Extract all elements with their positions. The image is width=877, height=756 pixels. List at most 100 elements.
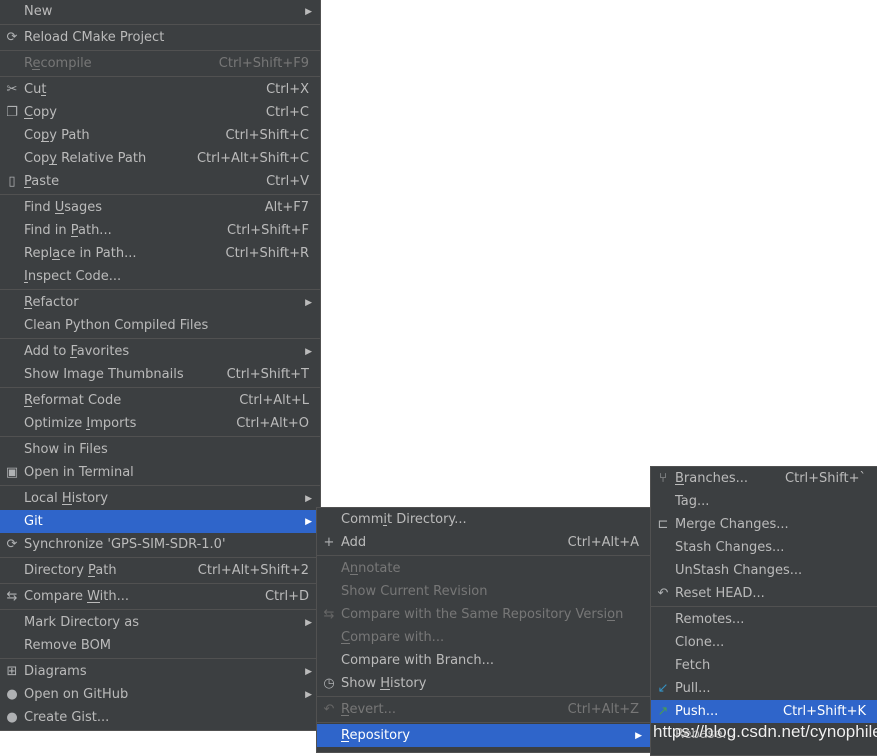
menu-item-open-on-github[interactable]: ● Open on GitHub ▶: [0, 683, 320, 706]
menu-item-shortcut: Ctrl+Alt+Shift+C: [196, 151, 309, 166]
menu-item-add[interactable]: + Add Ctrl+Alt+A: [317, 531, 650, 554]
menu-item-show-image-thumbnails[interactable]: Show Image Thumbnails Ctrl+Shift+T: [0, 363, 320, 386]
menu-item-commit-directory[interactable]: Commit Directory...: [317, 508, 650, 531]
menu-item-label: Replace in Path...: [24, 246, 137, 261]
menu-item-directory-path[interactable]: Directory Path Ctrl+Alt+Shift+2: [0, 559, 320, 582]
menu-item-find-in-path[interactable]: Find in Path... Ctrl+Shift+F: [0, 219, 320, 242]
menu-item-label: Revert...: [341, 702, 396, 717]
menu-item-label: Refactor: [24, 295, 79, 310]
branch-icon: ⑂: [659, 471, 667, 486]
menu-item-label: Show in Files: [24, 442, 108, 457]
menu-item-label: Branches...: [675, 471, 749, 486]
menu-item-unstash-changes[interactable]: UnStash Changes...: [651, 559, 877, 582]
menu-item-repository[interactable]: Repository ▶: [317, 724, 650, 747]
menu-item-shortcut: Ctrl+Shift+T: [226, 367, 309, 382]
menu-item-copy-path[interactable]: Copy Path Ctrl+Shift+C: [0, 124, 320, 147]
menu-item-label: Reload CMake Project: [24, 30, 165, 45]
menu-item-git[interactable]: Git ▶: [0, 510, 320, 533]
menu-item-stash-changes[interactable]: Stash Changes...: [651, 536, 877, 559]
menu-item-tag[interactable]: Tag...: [651, 490, 877, 513]
menu-item-diagrams[interactable]: ⊞ Diagrams ▶: [0, 660, 320, 683]
menu-item-label: Add: [341, 535, 367, 550]
menu-item-label: Paste: [24, 174, 60, 189]
menu-item-label: Merge Changes...: [675, 517, 789, 532]
menu-item-label: Pull...: [675, 681, 711, 696]
synchronize-icon: ⟳: [6, 537, 18, 552]
menu-item-label: Copy: [24, 105, 57, 120]
menu-item-mark-directory-as[interactable]: Mark Directory as ▶: [0, 611, 320, 634]
menu-item-inspect-code[interactable]: Inspect Code...: [0, 265, 320, 288]
submenu-arrow-icon: ▶: [305, 297, 312, 308]
menu-item-label: Show Current Revision: [341, 584, 488, 599]
menu-item-clone[interactable]: Clone...: [651, 631, 877, 654]
menu-item-shortcut: Ctrl+Shift+F: [227, 223, 309, 238]
menu-item-label: Annotate: [341, 561, 401, 576]
submenu-arrow-icon: ▶: [305, 493, 312, 504]
menu-item-annotate[interactable]: Annotate: [317, 557, 650, 580]
github-icon: ●: [6, 687, 18, 702]
menu-item-cut[interactable]: ✂ Cut Ctrl+X: [0, 78, 320, 101]
merge-icon: ⊏: [657, 517, 669, 532]
menu-item-shortcut: Ctrl+X: [266, 82, 309, 97]
menu-item-label: Open on GitHub: [24, 687, 129, 702]
menu-item-reset-head[interactable]: ↶ Reset HEAD...: [651, 582, 877, 605]
compare-icon: ⇆: [6, 589, 18, 604]
menu-item-add-to-favorites[interactable]: Add to Favorites ▶: [0, 340, 320, 363]
compare-icon: ⇆: [323, 607, 335, 622]
menu-item-fetch[interactable]: Fetch: [651, 654, 877, 677]
menu-item-branches[interactable]: ⑂ Branches... Ctrl+Shift+`: [651, 467, 877, 490]
menu-item-copy-relative-path[interactable]: Copy Relative Path Ctrl+Alt+Shift+C: [0, 147, 320, 170]
menu-item-reload-cmake-project[interactable]: ⟳ Reload CMake Project: [0, 26, 320, 49]
menu-item-label: Remove BOM: [24, 638, 112, 653]
menu-item-label: UnStash Changes...: [675, 563, 803, 578]
context-menu: New ▶ ⟳ Reload CMake Project Recompile Ctrl+S…: [0, 0, 321, 731]
menu-item-compare-with-branch[interactable]: Compare with Branch...: [317, 649, 650, 672]
reset-icon: ↶: [657, 586, 669, 601]
menu-item-local-history[interactable]: Local History ▶: [0, 487, 320, 510]
menu-item-label: Recompile: [24, 56, 92, 71]
menu-item-pull[interactable]: ↙ Pull...: [651, 677, 877, 700]
menu-item-remotes[interactable]: Remotes...: [651, 608, 877, 631]
menu-item-revert[interactable]: ↶ Revert... Ctrl+Alt+Z: [317, 698, 650, 721]
menu-item-new[interactable]: New ▶: [0, 0, 320, 23]
menu-item-create-gist[interactable]: ● Create Gist...: [0, 706, 320, 729]
menu-item-merge-changes[interactable]: ⊏ Merge Changes...: [651, 513, 877, 536]
menu-item-label: Compare with the Same Repository Version: [341, 607, 624, 622]
menu-item-reformat-code[interactable]: Reformat Code Ctrl+Alt+L: [0, 389, 320, 412]
menu-item-label: Diagrams: [24, 664, 87, 679]
menu-item-push[interactable]: ↗ Push... Ctrl+Shift+K: [651, 700, 877, 723]
menu-item-shortcut: Alt+F7: [264, 200, 309, 215]
submenu-arrow-icon: ▶: [305, 617, 312, 628]
menu-item-synchronize-gps-sim-sdr-1-0[interactable]: ⟳ Synchronize 'GPS-SIM-SDR-1.0': [0, 533, 320, 556]
menu-item-shortcut: Ctrl+Shift+C: [225, 128, 309, 143]
menu-item-compare-with[interactable]: Compare with...: [317, 626, 650, 649]
menu-item-show-history[interactable]: ◷ Show History: [317, 672, 650, 695]
separator: [317, 722, 650, 723]
menu-item-find-usages[interactable]: Find Usages Alt+F7: [0, 196, 320, 219]
plus-icon: +: [323, 535, 335, 550]
menu-item-compare-with[interactable]: ⇆ Compare With... Ctrl+D: [0, 585, 320, 608]
menu-item-shortcut: Ctrl+Shift+R: [225, 246, 310, 261]
menu-item-show-in-files[interactable]: Show in Files: [0, 438, 320, 461]
push-icon: ↗: [657, 704, 669, 719]
menu-item-shortcut: Ctrl+Alt+A: [567, 535, 639, 550]
menu-item-label: Clone...: [675, 635, 725, 650]
menu-item-label: Cut: [24, 82, 47, 97]
menu-item-optimize-imports[interactable]: Optimize Imports Ctrl+Alt+O: [0, 412, 320, 435]
menu-item-label: Show History: [341, 676, 427, 691]
menu-item-copy[interactable]: ❐ Copy Ctrl+C: [0, 101, 320, 124]
separator: [0, 24, 320, 25]
separator: [0, 583, 320, 584]
menu-item-show-current-revision[interactable]: Show Current Revision: [317, 580, 650, 603]
menu-item-paste[interactable]: ▯ Paste Ctrl+V: [0, 170, 320, 193]
menu-item-label: Fetch: [675, 658, 711, 673]
git-submenu: Commit Directory... + Add Ctrl+Alt+A Annotat…: [316, 507, 651, 753]
menu-item-replace-in-path[interactable]: Replace in Path... Ctrl+Shift+R: [0, 242, 320, 265]
menu-item-recompile[interactable]: Recompile Ctrl+Shift+F9: [0, 52, 320, 75]
menu-item-clean-python-compiled-files[interactable]: Clean Python Compiled Files: [0, 314, 320, 337]
menu-item-compare-with-the-same-repository-version[interactable]: ⇆ Compare with the Same Repository Versio…: [317, 603, 650, 626]
menu-item-remove-bom[interactable]: Remove BOM: [0, 634, 320, 657]
menu-item-shortcut: Ctrl+V: [266, 174, 309, 189]
menu-item-refactor[interactable]: Refactor ▶: [0, 291, 320, 314]
menu-item-open-in-terminal[interactable]: ▣ Open in Terminal: [0, 461, 320, 484]
